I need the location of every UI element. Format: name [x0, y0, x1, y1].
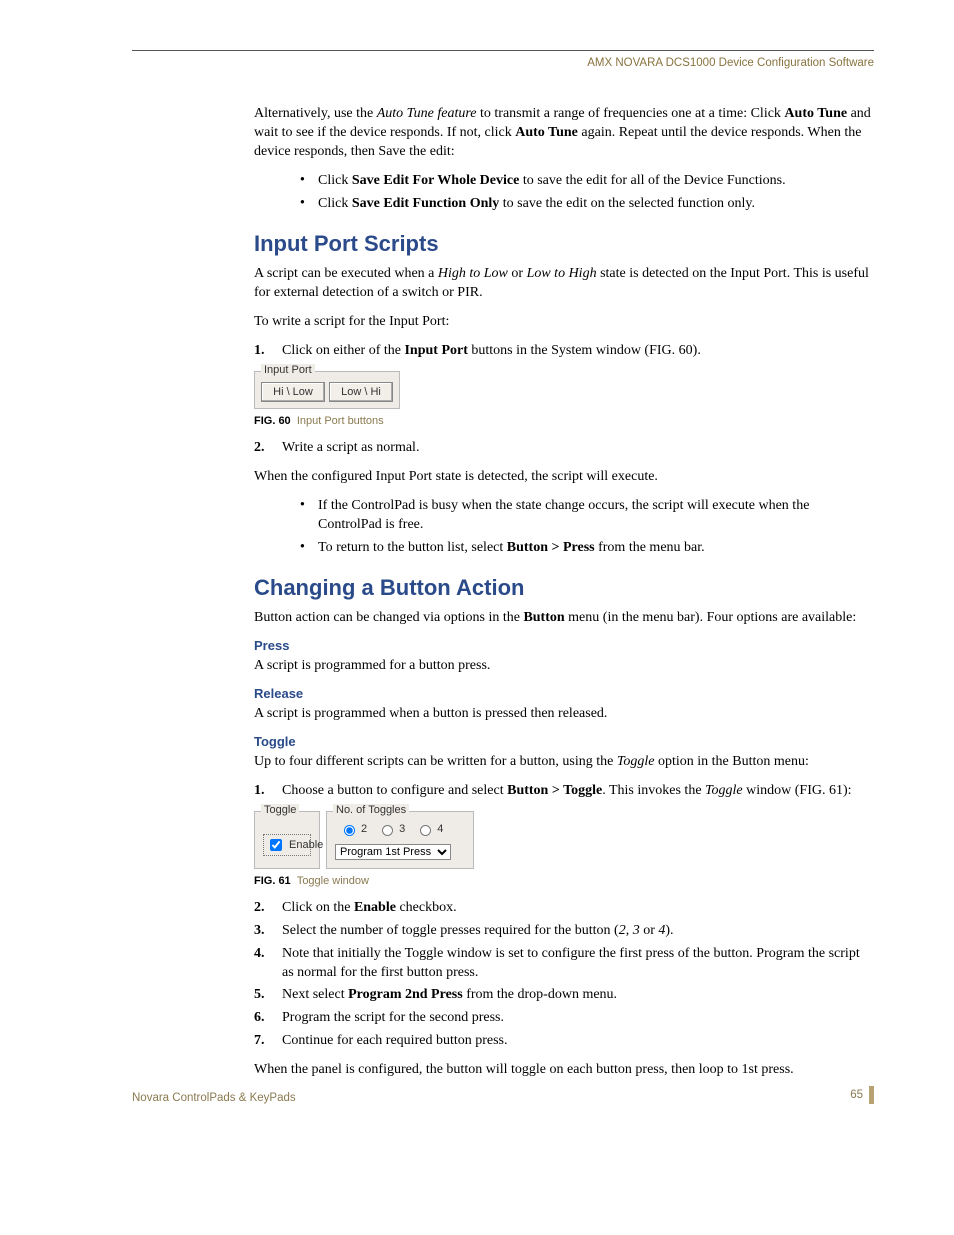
- toggle-step-1: 1.Choose a button to configure and selec…: [254, 782, 874, 801]
- figure-61: Toggle Enable No. of Toggles 2 3 4 Progr…: [254, 811, 874, 869]
- program-press-select[interactable]: Program 1st Press: [335, 844, 451, 860]
- toggle-enable-group: Toggle Enable: [254, 811, 320, 869]
- radio-3-label[interactable]: 3: [377, 822, 405, 836]
- radio-2[interactable]: [344, 825, 355, 836]
- header-rule: [132, 50, 874, 51]
- toggle-step-6: 6.Program the script for the second pres…: [254, 1009, 874, 1028]
- release-heading: Release: [254, 686, 874, 701]
- sec1-steps-2: 2.Write a script as normal.: [254, 439, 874, 458]
- footer: Novara ControlPads & KeyPads 65: [132, 1086, 874, 1104]
- intro-bullets: Click Save Edit For Whole Device to save…: [254, 172, 874, 214]
- figure-60-caption: FIG. 60 Input Port buttons: [254, 415, 874, 427]
- footer-title: Novara ControlPads & KeyPads: [132, 1092, 296, 1104]
- sec1-p3: When the configured Input Port state is …: [254, 468, 874, 487]
- page-number: 65: [850, 1089, 863, 1101]
- low-hi-button[interactable]: Low \ Hi: [329, 382, 393, 402]
- section-changing-button-action: Changing a Button Action: [254, 575, 874, 601]
- toggle-closing: When the panel is configured, the button…: [254, 1061, 874, 1080]
- figure-61-caption: FIG. 61 Toggle window: [254, 875, 874, 887]
- section-input-port-scripts: Input Port Scripts: [254, 231, 874, 257]
- toggle-widget: Toggle Enable No. of Toggles 2 3 4 Progr…: [254, 811, 474, 869]
- radio-2-label[interactable]: 2: [339, 822, 367, 836]
- sec1-p1: A script can be executed when a High to …: [254, 265, 874, 303]
- toggle-count-group: No. of Toggles 2 3 4 Program 1st Press: [326, 811, 474, 869]
- radio-3[interactable]: [382, 825, 393, 836]
- sec1-steps-1: 1.Click on either of the Input Port butt…: [254, 342, 874, 361]
- hi-low-button[interactable]: Hi \ Low: [261, 382, 325, 402]
- enable-checkbox-label[interactable]: Enable: [263, 834, 311, 856]
- enable-checkbox[interactable]: [270, 839, 282, 851]
- release-text: A script is programmed when a button is …: [254, 705, 874, 724]
- toggle-p1: Up to four different scripts can be writ…: [254, 753, 874, 772]
- sec1-bullets: If the ControlPad is busy when the state…: [254, 497, 874, 558]
- input-port-widget: Input Port Hi \ Low Low \ Hi: [254, 371, 400, 409]
- toggle-steps-1: 1.Choose a button to configure and selec…: [254, 782, 874, 801]
- toggle-heading: Toggle: [254, 734, 874, 749]
- sec1-step-1: 1.Click on either of the Input Port butt…: [254, 342, 874, 361]
- figure-60: Input Port Hi \ Low Low \ Hi: [254, 371, 874, 409]
- sec1-bullet-1: If the ControlPad is busy when the state…: [300, 497, 874, 535]
- toggle-steps-2: 2.Click on the Enable checkbox. 3.Select…: [254, 899, 874, 1051]
- header-title: AMX NOVARA DCS1000 Device Configuration …: [132, 57, 874, 69]
- content-body: Alternatively, use the Auto Tune feature…: [132, 105, 874, 1080]
- sec1-step-2: 2.Write a script as normal.: [254, 439, 874, 458]
- press-text: A script is programmed for a button pres…: [254, 657, 874, 676]
- sec1-bullet-2: To return to the button list, select But…: [300, 539, 874, 558]
- radio-4-label[interactable]: 4: [415, 822, 443, 836]
- toggle-step-7: 7.Continue for each required button pres…: [254, 1032, 874, 1051]
- intro-bullet-1: Click Save Edit For Whole Device to save…: [300, 172, 874, 191]
- input-port-legend: Input Port: [261, 364, 315, 376]
- press-heading: Press: [254, 638, 874, 653]
- sec2-p1: Button action can be changed via options…: [254, 609, 874, 628]
- sec1-p2: To write a script for the Input Port:: [254, 313, 874, 332]
- toggle-step-5: 5.Next select Program 2nd Press from the…: [254, 986, 874, 1005]
- intro-bullet-2: Click Save Edit Function Only to save th…: [300, 195, 874, 214]
- footer-bar-icon: [869, 1086, 874, 1104]
- toggle-step-3: 3.Select the number of toggle presses re…: [254, 922, 874, 941]
- toggle-step-4: 4.Note that initially the Toggle window …: [254, 945, 874, 983]
- toggle-step-2: 2.Click on the Enable checkbox.: [254, 899, 874, 918]
- intro-paragraph: Alternatively, use the Auto Tune feature…: [254, 105, 874, 162]
- radio-4[interactable]: [420, 825, 431, 836]
